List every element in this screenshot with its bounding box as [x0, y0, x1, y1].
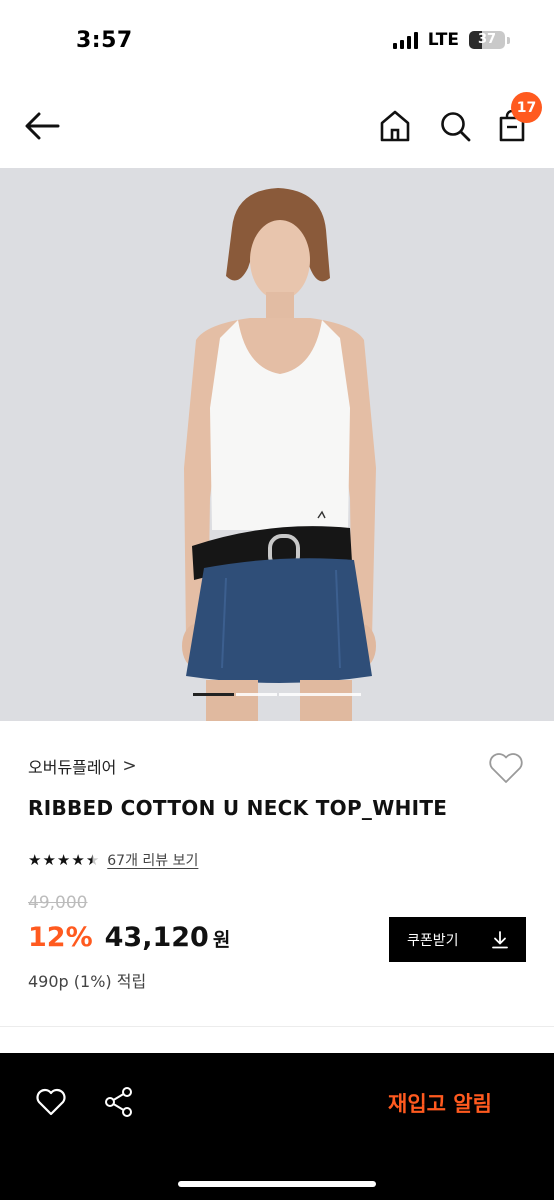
network-label: LTE: [427, 30, 459, 50]
rating-row: ★ ★ ★ ★ ★ 67개 리뷰 보기: [28, 850, 198, 870]
status-indicators: LTE 37: [392, 30, 510, 50]
share-icon: [105, 1087, 132, 1117]
arrow-left-icon: [25, 112, 60, 140]
reward-points: 490p (1%) 적립: [28, 972, 147, 991]
battery-tip: [507, 36, 510, 44]
cellular-signal-icon: [392, 31, 418, 49]
product-photo: [0, 168, 554, 721]
heart-outline-icon: [489, 753, 523, 783]
gallery-indicator-1: [193, 693, 234, 696]
home-icon: [380, 110, 410, 142]
heart-outline-icon: [36, 1088, 66, 1116]
star-icon: ★: [42, 850, 56, 869]
star-icon: ★: [71, 850, 85, 869]
price-row: 12% 43,120 원: [28, 922, 230, 953]
home-button[interactable]: [376, 106, 414, 146]
review-link[interactable]: 67개 리뷰 보기: [107, 850, 198, 870]
top-nav: [0, 84, 554, 168]
bottom-wishlist-button[interactable]: [34, 1085, 68, 1119]
download-icon: [492, 930, 508, 948]
chevron-right-icon: >: [122, 756, 137, 776]
star-rating: ★ ★ ★ ★ ★: [28, 850, 100, 869]
search-icon: [441, 112, 471, 142]
status-bar: 3:57 LTE 37: [0, 0, 554, 84]
gallery-indicator-3: [279, 693, 361, 696]
battery-level: 37: [477, 32, 497, 47]
product-image-gallery[interactable]: [0, 168, 554, 721]
brand-link[interactable]: 오버듀플레어 >: [28, 754, 137, 778]
restock-alert-button[interactable]: 재입고 알림: [360, 1083, 520, 1123]
brand-name: 오버듀플레어: [28, 758, 117, 777]
cart-count-badge: 17: [511, 92, 542, 123]
back-button[interactable]: [22, 106, 62, 146]
section-divider: [0, 1026, 554, 1027]
coupon-label: 쿠폰받기: [407, 932, 459, 949]
discount-rate: 12%: [28, 922, 93, 953]
currency-unit: 원: [212, 929, 231, 951]
search-button[interactable]: [436, 106, 474, 146]
share-button[interactable]: [102, 1085, 136, 1119]
star-icon: ★: [28, 850, 42, 869]
status-time: 3:57: [76, 28, 133, 53]
half-star-icon: ★: [85, 850, 100, 869]
wishlist-button[interactable]: [485, 748, 527, 788]
home-indicator: [178, 1181, 376, 1187]
product-name: RIBBED COTTON U NECK TOP_WHITE: [28, 796, 448, 820]
original-price: 49,000: [28, 893, 88, 913]
star-icon: ★: [56, 850, 71, 869]
sale-price: 43,120: [104, 922, 209, 953]
gallery-indicator-2: [236, 693, 277, 696]
bottom-action-bar: 재입고 알림: [0, 1053, 554, 1200]
battery-icon: 37: [469, 31, 505, 49]
coupon-download-button[interactable]: 쿠폰받기: [389, 917, 526, 962]
